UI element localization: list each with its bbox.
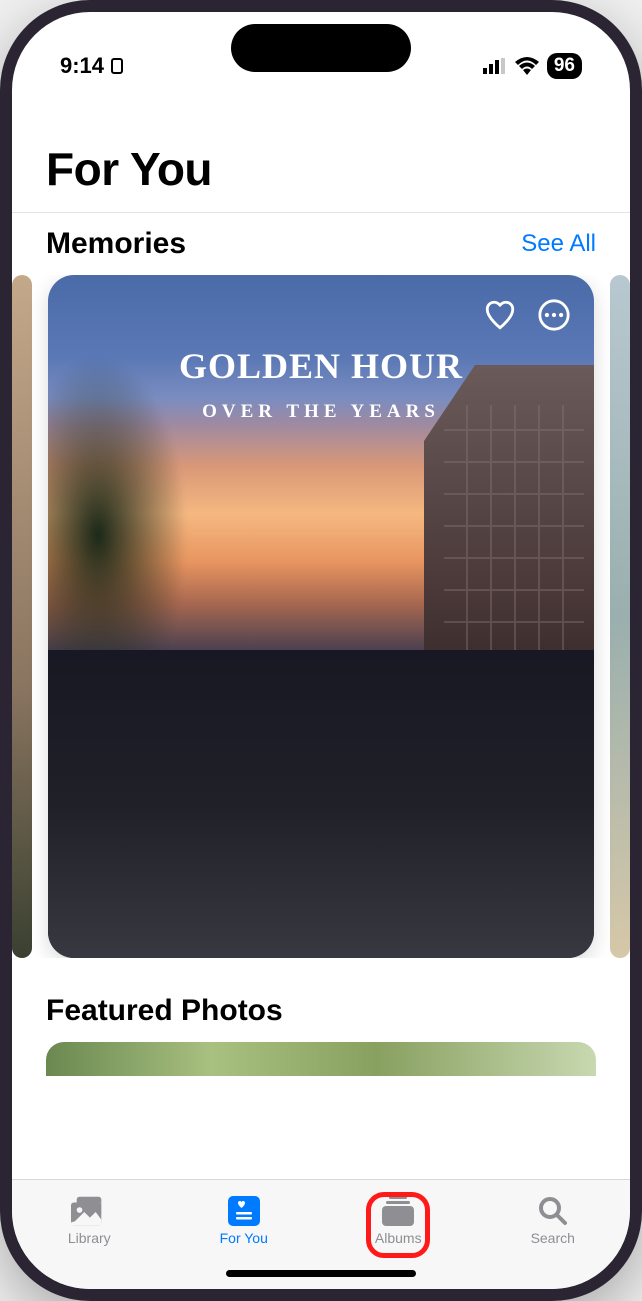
featured-photo-preview[interactable] [46, 1042, 596, 1076]
tab-search[interactable]: Search [493, 1190, 613, 1252]
status-time: 9:14 [60, 53, 104, 79]
for-you-icon [226, 1196, 262, 1226]
memory-title: GOLDEN HOUR [48, 345, 594, 387]
memory-card-next[interactable] [610, 275, 630, 958]
memory-card[interactable]: GOLDEN HOUR OVER THE YEARS [48, 275, 594, 958]
memories-carousel[interactable]: GOLDEN HOUR OVER THE YEARS [12, 275, 630, 958]
featured-title: Featured Photos [46, 994, 283, 1028]
featured-header: Featured Photos [36, 994, 606, 1042]
memory-overlay: GOLDEN HOUR OVER THE YEARS [48, 275, 594, 958]
tab-library-label: Library [68, 1230, 111, 1246]
divider [12, 212, 630, 213]
tab-library[interactable]: Library [29, 1190, 149, 1252]
tab-bar: Library For You Albums Search [12, 1179, 630, 1289]
memories-title: Memories [46, 227, 186, 261]
tab-search-label: Search [531, 1230, 575, 1246]
wifi-icon [515, 57, 539, 75]
see-all-link[interactable]: See All [521, 230, 596, 258]
ellipsis-circle-icon [537, 298, 571, 332]
tab-albums-label: Albums [375, 1230, 422, 1246]
tab-for-you[interactable]: For You [184, 1190, 304, 1252]
memory-title-block: GOLDEN HOUR OVER THE YEARS [48, 345, 594, 423]
content-area: For You Memories See All [12, 90, 630, 1179]
location-indicator-icon [110, 57, 124, 75]
tab-albums[interactable]: Albums [338, 1190, 458, 1252]
memory-actions [480, 295, 574, 335]
cellular-icon [483, 58, 507, 74]
memory-subtitle: OVER THE YEARS [48, 401, 594, 423]
screen: 9:14 96 For You Memories See All [12, 12, 630, 1289]
tab-for-you-label: For You [220, 1230, 268, 1246]
status-right: 96 [483, 53, 582, 79]
device-frame: 9:14 96 For You Memories See All [0, 0, 642, 1301]
page-title: For You [46, 142, 596, 196]
albums-icon [380, 1196, 416, 1226]
memories-header: Memories See All [36, 227, 606, 275]
dynamic-island [231, 24, 411, 72]
battery-percent: 96 [547, 53, 582, 79]
memory-card-prev[interactable] [12, 275, 32, 958]
more-button[interactable] [534, 295, 574, 335]
favorite-button[interactable] [480, 295, 520, 335]
library-icon [71, 1196, 107, 1226]
status-left: 9:14 [60, 53, 124, 79]
search-icon [535, 1196, 571, 1226]
home-indicator[interactable] [226, 1270, 416, 1277]
heart-icon [483, 298, 517, 332]
